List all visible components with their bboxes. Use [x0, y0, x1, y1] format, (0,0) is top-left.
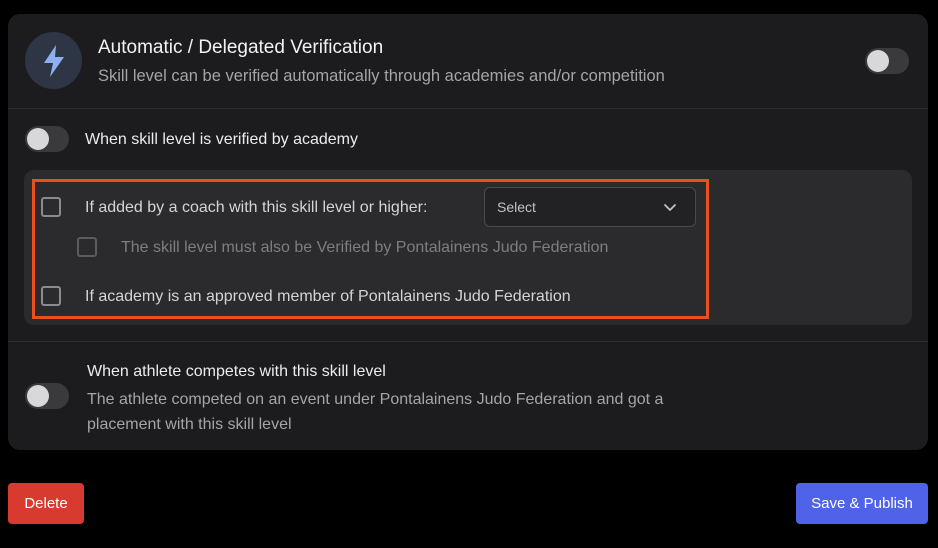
section-title: Automatic / Delegated Verification	[98, 37, 384, 58]
select-value: Select	[497, 199, 536, 215]
coach-skill-level-label: If added by a coach with this skill leve…	[85, 199, 428, 216]
section-subtitle: Skill level can be verified automaticall…	[98, 67, 665, 85]
competition-verification-toggle[interactable]	[25, 383, 69, 409]
coach-skill-level-checkbox[interactable]	[41, 197, 61, 217]
academy-verification-toggle[interactable]	[25, 126, 69, 152]
competition-description: The athlete competed on an event under P…	[87, 391, 664, 433]
toggle-knob	[27, 385, 49, 407]
coach-skill-level-select[interactable]: Select	[484, 187, 696, 227]
approved-member-checkbox[interactable]	[41, 286, 61, 306]
divider	[8, 108, 928, 109]
federation-verified-label: The skill level must also be Verified by…	[121, 239, 609, 256]
lightning-bolt-icon	[43, 44, 64, 77]
toggle-knob	[867, 50, 889, 72]
verification-card: Automatic / Delegated Verification Skill…	[8, 14, 928, 450]
verification-header: Automatic / Delegated Verification Skill…	[8, 14, 928, 108]
lightning-icon-badge	[25, 32, 82, 89]
delegated-verification-toggle[interactable]	[865, 48, 909, 74]
save-publish-button[interactable]: Save & Publish	[796, 483, 928, 524]
competition-title: When athlete competes with this skill le…	[87, 363, 386, 380]
toggle-knob	[27, 128, 49, 150]
federation-verified-checkbox[interactable]	[77, 237, 97, 257]
delete-button[interactable]: Delete	[8, 483, 84, 524]
chevron-down-icon	[664, 204, 676, 211]
approved-member-label: If academy is an approved member of Pont…	[85, 288, 571, 305]
divider	[8, 341, 928, 342]
academy-verification-label: When skill level is verified by academy	[85, 131, 358, 148]
